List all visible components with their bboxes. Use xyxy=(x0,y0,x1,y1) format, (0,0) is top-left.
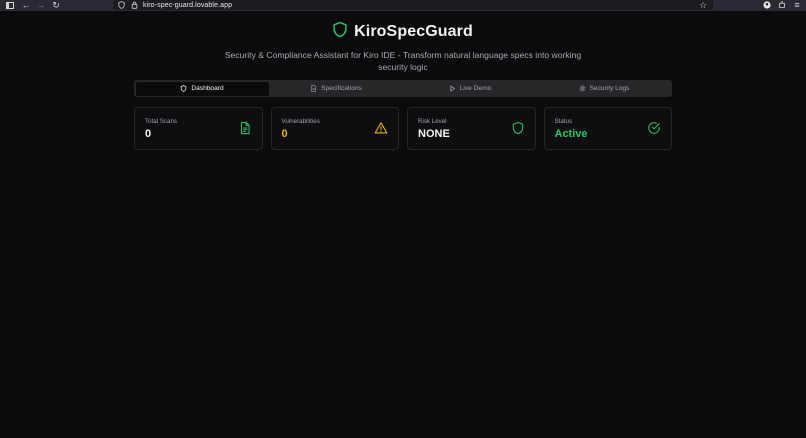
tab-dashboard[interactable]: Dashboard xyxy=(135,81,269,96)
address-bar[interactable]: kiro-spec-guard.lovable.app ☆ xyxy=(113,0,713,10)
document-icon xyxy=(240,121,250,135)
shield-icon xyxy=(181,85,187,92)
shield-icon xyxy=(512,121,523,135)
account-icon[interactable] xyxy=(762,0,772,10)
stats-cards: Total Scans 0 Vulnerabilities 0 Risk Lev… xyxy=(134,107,672,150)
stat-value: 0 xyxy=(281,128,288,140)
tab-specifications[interactable]: Specifications xyxy=(270,82,403,96)
stat-label: Vulnerabilities xyxy=(281,118,320,125)
title-row: KiroSpecGuard xyxy=(0,20,806,44)
check-circle-icon xyxy=(648,122,660,134)
reload-icon[interactable]: ↻ xyxy=(51,0,61,10)
tab-live-demo[interactable]: Live Demo xyxy=(404,82,537,96)
stat-label: Status xyxy=(554,118,573,125)
bookmark-star-icon[interactable]: ☆ xyxy=(698,0,708,10)
browser-toolbar: ← → ↻ kiro-spec-guard.lovable.app ☆ ≡ xyxy=(0,0,806,11)
sidebar-toggle-icon[interactable] xyxy=(5,0,15,10)
stat-card-vulnerabilities: Vulnerabilities 0 xyxy=(270,107,399,150)
back-icon[interactable]: ← xyxy=(21,0,31,10)
url-text[interactable]: kiro-spec-guard.lovable.app xyxy=(143,2,232,9)
gear-icon xyxy=(579,85,585,92)
stat-label: Risk Level xyxy=(418,118,447,125)
stat-card-total-scans: Total Scans 0 xyxy=(134,107,263,150)
stat-label: Total Scans xyxy=(145,118,177,125)
stat-value: NONE xyxy=(418,128,450,140)
tab-label: Specifications xyxy=(321,85,362,92)
forward-icon[interactable]: → xyxy=(36,0,46,10)
tracking-shield-icon[interactable] xyxy=(116,0,126,10)
page-title: KiroSpecGuard xyxy=(354,23,473,40)
menu-icon[interactable]: ≡ xyxy=(792,0,802,10)
warning-icon xyxy=(374,122,388,134)
stat-value: 0 xyxy=(145,128,152,140)
tab-label: Security Logs xyxy=(589,85,630,92)
shield-logo-icon xyxy=(333,21,347,43)
stat-card-risk-level: Risk Level NONE xyxy=(407,107,536,150)
page-subtitle: Security & Compliance Assistant for Kiro… xyxy=(224,50,582,72)
tab-label: Dashboard xyxy=(191,85,224,92)
lock-icon[interactable] xyxy=(129,0,139,10)
document-icon xyxy=(311,85,317,92)
stat-card-status: Status Active xyxy=(543,107,672,150)
tab-security-logs[interactable]: Security Logs xyxy=(538,82,671,96)
tab-label: Live Demo xyxy=(459,85,492,92)
extensions-icon[interactable] xyxy=(777,0,787,10)
stat-value: Active xyxy=(554,128,588,140)
play-icon xyxy=(450,85,455,92)
page-header: KiroSpecGuard Security & Compliance Assi… xyxy=(0,20,806,73)
main-tabs: Dashboard Specifications Live Demo Secur… xyxy=(134,80,672,97)
